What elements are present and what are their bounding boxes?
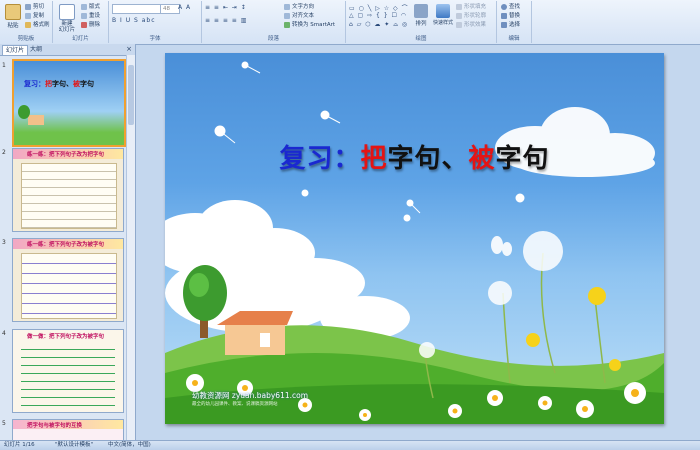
- align-icons[interactable]: ≡ ≡ ≡ ≡ ▥: [205, 17, 247, 24]
- shapes-gallery-row3[interactable]: ⌂ ▱ ⬡ ☁ ✦ ⌓ ◎: [349, 21, 408, 29]
- slide-thumb-1[interactable]: 复习：把字句、被字句: [12, 59, 126, 147]
- paragraph-group: ≡ ≡ ⇤ ⇥ ↕ ≡ ≡ ≡ ≡ ▥ 文字方向 对齐文本 转换为 SmartA…: [202, 1, 346, 43]
- text-direction-button[interactable]: 文字方向: [284, 3, 314, 11]
- shape-effects-button[interactable]: 形状效果: [456, 21, 486, 29]
- shape-fill-button[interactable]: 形状填充: [456, 3, 486, 11]
- copy-icon: [25, 12, 31, 19]
- text-direction-icon: [284, 3, 290, 10]
- delete-button[interactable]: 删除: [81, 21, 100, 29]
- drawing-group: ▭ ○ ╲ ▷ ☆ ◇ ⌒ △ ▢ ⇨ { } ☐ ◠ ⌂ ▱ ⬡ ☁ ✦ ⌓ …: [346, 1, 497, 43]
- scissors-icon: [25, 3, 31, 10]
- thumb-number: 2: [2, 149, 6, 156]
- reset-button[interactable]: 重设: [81, 12, 100, 20]
- panel-scrollbar[interactable]: [126, 55, 135, 440]
- arrange-icon: [414, 4, 428, 18]
- layout-icon: [81, 3, 87, 10]
- watermark-subtext: 最全的幼儿园课件、教案、说课稿资源网站: [192, 402, 278, 407]
- outline-icon: [456, 12, 462, 19]
- thumb-title: 把字句与被字句的互换: [27, 423, 83, 429]
- slide-canvas[interactable]: 复习：把字句、被字句 幼教资源网 zyuan.baby611.com 最全的幼儿…: [165, 53, 664, 424]
- cut-button[interactable]: 剪切: [25, 3, 44, 11]
- thumb-number: 4: [2, 330, 6, 337]
- slide-thumb-2[interactable]: 练一练：把下列句子改为把字句: [12, 148, 124, 232]
- font-group-label: 字体: [149, 36, 161, 42]
- thumb-title: 做一做：把下列句子改为被字句: [27, 334, 105, 340]
- quick-styles-icon: [436, 4, 450, 18]
- slides-group-label: 幻灯片: [72, 36, 89, 42]
- effects-icon: [456, 21, 462, 28]
- new-slide-icon: [59, 4, 75, 20]
- paste-icon: [5, 4, 21, 20]
- find-button[interactable]: 查找: [501, 3, 520, 11]
- clipboard-group-label: 剪贴板: [17, 36, 35, 42]
- title-bei: 被: [468, 144, 496, 174]
- shapes-gallery-row2[interactable]: △ ▢ ⇨ { } ☐ ◠: [349, 12, 407, 19]
- title-sentence-1: 字句、: [387, 144, 469, 174]
- smartart-icon: [284, 21, 290, 28]
- font-name-box[interactable]: [112, 4, 162, 14]
- quick-styles-button[interactable]: 快速样式: [432, 4, 454, 26]
- font-group: 48 A A B I U S abc 字体: [109, 1, 202, 43]
- watermark-text: 幼教资源网 zyuan.baby611.com: [192, 391, 309, 400]
- new-slide-button[interactable]: 新建 幻灯片: [56, 4, 78, 33]
- shape-outline-button[interactable]: 形状轮廓: [456, 12, 486, 20]
- scrollbar-thumb[interactable]: [128, 65, 134, 125]
- magnifier-icon: [501, 3, 507, 10]
- thumb-number: 5: [2, 420, 6, 427]
- slide-title[interactable]: 复习：把字句、被字句: [165, 138, 664, 175]
- format-painter-button[interactable]: 格式刷: [25, 21, 50, 29]
- tree-icon: [18, 105, 30, 119]
- tab-outline[interactable]: 大纲: [27, 45, 45, 54]
- editing-group: 查找 替换 选择 编辑: [497, 1, 532, 43]
- paste-button[interactable]: 粘贴: [2, 4, 24, 29]
- delete-icon: [81, 21, 87, 28]
- align-text-icon: [284, 12, 290, 19]
- thumb-title: 练一练：把下列句子改为把字句: [27, 152, 105, 158]
- shapes-gallery[interactable]: ▭ ○ ╲ ▷ ☆ ◇ ⌒: [349, 3, 409, 12]
- thumb-number: 1: [2, 62, 6, 69]
- thumb-number: 3: [2, 239, 6, 246]
- ribbon: 粘贴 剪切 复制 格式刷 剪贴板 新建 幻灯片 版式 重设 删除 幻灯片 48 …: [0, 0, 700, 45]
- slides-group: 新建 幻灯片 版式 重设 删除 幻灯片: [53, 1, 109, 43]
- close-icon[interactable]: ×: [126, 45, 132, 53]
- clipboard-group: 粘贴 剪切 复制 格式刷 剪贴板: [0, 1, 53, 43]
- replace-icon: [501, 12, 507, 19]
- title-ba: 把: [360, 144, 388, 174]
- arrange-button[interactable]: 排列: [410, 4, 432, 27]
- font-size-icons: A A: [178, 4, 192, 11]
- slide-thumb-5[interactable]: 把字句与被字句的互换: [12, 419, 124, 442]
- title-review: 复习：: [279, 144, 361, 174]
- replace-button[interactable]: 替换: [501, 12, 520, 20]
- copy-button[interactable]: 复制: [25, 12, 44, 20]
- slide-thumb-4[interactable]: 做一做：把下列句子改为被字句: [12, 329, 124, 413]
- house-icon: [28, 115, 44, 125]
- panel-tabs: 幻灯片 大纲 ×: [0, 44, 135, 56]
- cursor-icon: [501, 21, 507, 28]
- thumb-title: 练一练：把下列句子改为被字句: [27, 242, 105, 248]
- list-icons[interactable]: ≡ ≡ ⇤ ⇥ ↕: [205, 4, 247, 11]
- thumb-title: 复习：把字句、被字句: [24, 80, 94, 88]
- title-sentence-2: 字句: [495, 144, 550, 174]
- font-style-icons[interactable]: B I U S abc: [112, 17, 156, 24]
- fill-icon: [456, 3, 462, 10]
- drawing-group-label: 绘图: [415, 36, 427, 42]
- slides-panel: 幻灯片 大纲 × 1 复习：把字句、被字句 2 练一练：把下列句子改为把字句 3…: [0, 44, 136, 442]
- smartart-button[interactable]: 转换为 SmartArt: [284, 21, 335, 29]
- paragraph-group-label: 段落: [267, 36, 279, 42]
- tab-slides[interactable]: 幻灯片: [2, 45, 29, 55]
- slide-background-art: [165, 61, 664, 424]
- editing-group-label: 编辑: [508, 36, 520, 42]
- slide-thumb-3[interactable]: 练一练：把下列句子改为被字句: [12, 238, 124, 322]
- select-button[interactable]: 选择: [501, 21, 520, 29]
- font-size-box[interactable]: 48: [160, 4, 180, 14]
- reset-icon: [81, 12, 87, 19]
- align-text-button[interactable]: 对齐文本: [284, 12, 314, 20]
- layout-button[interactable]: 版式: [81, 3, 100, 11]
- brush-icon: [25, 21, 31, 28]
